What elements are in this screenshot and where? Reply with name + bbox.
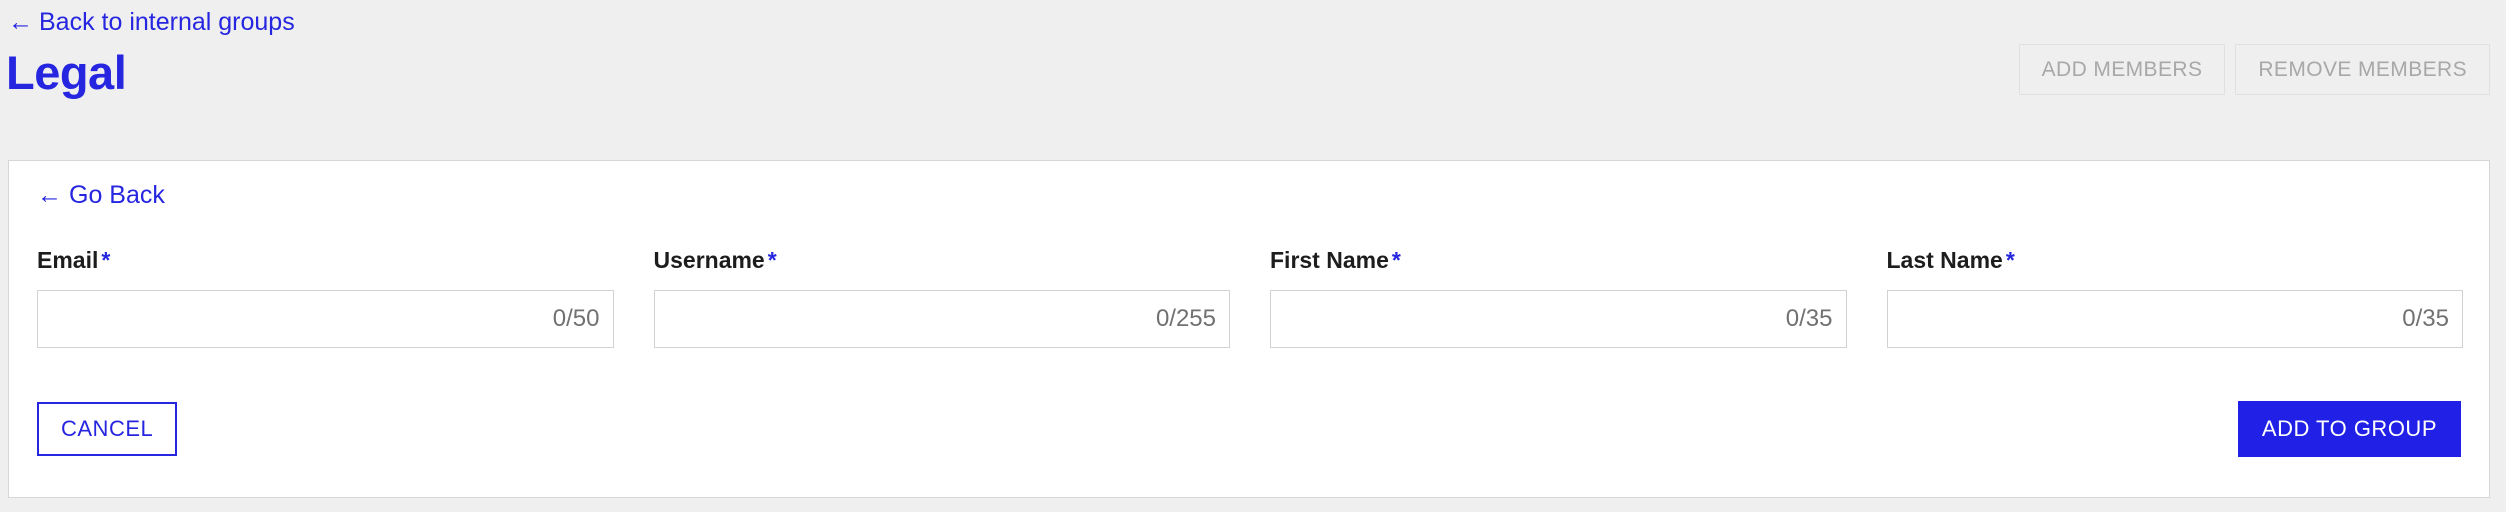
field-email-input-wrap: 0/50 xyxy=(37,290,614,348)
card-inner: ← Go Back Email * 0/50 Username * 0/255 … xyxy=(9,161,2489,497)
back-to-internal-groups-label: Back to internal groups xyxy=(39,8,295,36)
field-first-name-input-wrap: 0/35 xyxy=(1270,290,1847,348)
first-name-input[interactable] xyxy=(1271,291,1846,347)
add-to-group-button[interactable]: ADD TO GROUP xyxy=(2237,401,2461,457)
page-root: ← Back to internal groups Legal ADD MEMB… xyxy=(0,0,2506,512)
go-back-label: Go Back xyxy=(69,181,165,209)
field-username: Username * 0/255 xyxy=(653,249,1231,348)
required-asterisk-icon: * xyxy=(1391,247,1401,273)
field-email: Email * 0/50 xyxy=(37,249,614,348)
field-username-input-wrap: 0/255 xyxy=(653,290,1230,348)
field-email-label-text: Email xyxy=(37,247,99,273)
add-members-button[interactable]: ADD MEMBERS xyxy=(2018,44,2226,95)
field-username-label-text: Username xyxy=(653,247,765,273)
page-title: Legal xyxy=(6,46,127,99)
field-first-name-label: First Name * xyxy=(1270,249,1847,272)
arrow-left-icon: ← xyxy=(37,181,62,209)
header-action-buttons: ADD MEMBERS REMOVE MEMBERS xyxy=(2018,44,2490,95)
cancel-button[interactable]: CANCEL xyxy=(37,402,178,456)
arrow-left-icon: ← xyxy=(8,8,33,36)
required-asterisk-icon: * xyxy=(2005,247,2015,273)
field-username-label: Username * xyxy=(654,249,1231,272)
page-header: ← Back to internal groups Legal ADD MEMB… xyxy=(0,0,2506,160)
go-back-link[interactable]: ← Go Back xyxy=(37,183,165,208)
field-email-label: Email * xyxy=(37,249,614,272)
add-member-form-card: ← Go Back Email * 0/50 Username * 0/255 … xyxy=(8,160,2490,498)
email-input[interactable] xyxy=(38,291,613,347)
required-asterisk-icon: * xyxy=(101,247,111,273)
back-to-internal-groups-link[interactable]: ← Back to internal groups xyxy=(8,10,295,35)
username-input[interactable] xyxy=(654,291,1229,347)
field-last-name-label: Last Name * xyxy=(1887,249,2464,272)
form-footer-actions: CANCEL ADD TO GROUP xyxy=(37,401,2461,457)
field-last-name: Last Name * 0/35 xyxy=(1886,249,2464,348)
member-form-fields: Email * 0/50 Username * 0/255 First Name… xyxy=(37,249,2463,348)
field-first-name-label-text: First Name xyxy=(1270,247,1389,273)
field-last-name-input-wrap: 0/35 xyxy=(1886,290,2463,348)
field-last-name-label-text: Last Name xyxy=(1886,247,2003,273)
required-asterisk-icon: * xyxy=(767,247,777,273)
field-first-name: First Name * 0/35 xyxy=(1270,249,1847,348)
remove-members-button[interactable]: REMOVE MEMBERS xyxy=(2235,44,2490,95)
last-name-input[interactable] xyxy=(1887,291,2462,347)
